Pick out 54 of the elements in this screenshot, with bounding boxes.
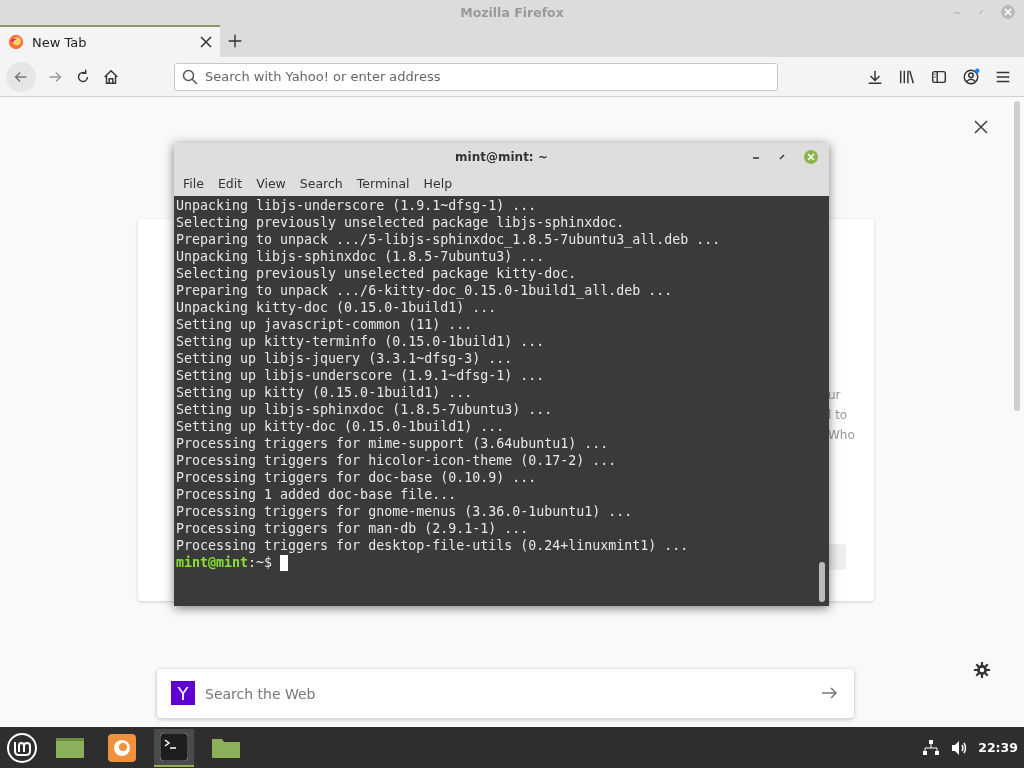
terminal-line: Unpacking libjs-sphinxdoc (1.8.5-7ubuntu3) ... xyxy=(176,248,546,265)
desktop-icon[interactable] xyxy=(55,735,85,760)
terminal-line: Setting up libjs-underscore (1.9.1~dfsg-1) ... xyxy=(176,367,546,384)
scrollbar[interactable] xyxy=(819,562,825,602)
home-icon[interactable] xyxy=(102,67,120,86)
terminal-line: Setting up kitty (0.15.0-1build1) ... xyxy=(176,384,474,401)
terminal-line: Selecting previously unselected package libjs-sphinxdoc. xyxy=(176,214,626,231)
browser-tab[interactable]: New Tab xyxy=(0,25,220,57)
terminal-line: Setting up kitty-terminfo (0.15.0-1build1) ... xyxy=(176,333,546,350)
prompt-path: :~$ xyxy=(248,554,273,571)
menu-item[interactable]: Terminal xyxy=(350,173,416,193)
terminal-line: Unpacking kitty-doc (0.15.0-1build1) ... xyxy=(176,299,498,316)
terminal-line: Processing triggers for mime-support (3.64ubuntu1) ... xyxy=(176,435,610,452)
scrollbar[interactable] xyxy=(1014,101,1020,411)
terminal-line: Processing triggers for gnome-menus (3.36.0-1ubuntu1) ... xyxy=(176,503,634,520)
menu-item[interactable]: File xyxy=(177,173,210,193)
plus-icon[interactable] xyxy=(226,32,244,50)
terminal-line: Processing triggers for man-db (2.9.1-1) ... xyxy=(176,520,530,537)
menu-item[interactable]: View xyxy=(250,173,292,193)
terminal-line: Setting up javascript-common (11) ... xyxy=(176,316,474,333)
partial-text: l to xyxy=(828,407,848,424)
maximize-icon[interactable] xyxy=(777,152,787,162)
clock: 22:39 xyxy=(978,740,1018,755)
terminal-line: Processing triggers for hicolor-icon-theme (0.17-2) ... xyxy=(176,452,618,469)
terminal-line: Processing 1 added doc-base file... xyxy=(176,486,458,503)
terminal-line: Unpacking libjs-underscore (1.9.1~dfsg-1) ... xyxy=(176,197,538,214)
menu-item[interactable]: Search xyxy=(293,173,349,193)
settings-icon[interactable] xyxy=(973,661,991,679)
start-menu-icon[interactable] xyxy=(6,731,38,764)
back-button[interactable] xyxy=(6,61,36,92)
address-field[interactable]: Search with Yahoo! or enter address xyxy=(174,62,778,91)
terminal-line: Setting up kitty-doc (0.15.0-1build1) ... xyxy=(176,418,506,435)
terminal-line: Processing triggers for doc-base (0.10.9) ... xyxy=(176,469,538,486)
terminal-icon[interactable] xyxy=(160,732,188,761)
terminal-line: Selecting previously unselected package kitty-doc. xyxy=(176,265,578,282)
terminal-line: Preparing to unpack .../5-libjs-sphinxdoc_1.8.5-7ubuntu3_all.deb ... xyxy=(176,231,722,248)
network-icon[interactable] xyxy=(922,738,941,757)
window-title: Mozilla Firefox xyxy=(460,5,564,20)
close-icon[interactable] xyxy=(200,36,212,48)
text-cursor xyxy=(280,554,289,571)
partial-text: Who xyxy=(828,427,855,444)
terminal-line: Preparing to unpack .../6-kitty-doc_0.15.0-1build1_all.deb ... xyxy=(176,282,674,299)
taskbar-button[interactable] xyxy=(154,728,194,767)
close-icon[interactable] xyxy=(974,120,988,134)
menu-item[interactable]: Help xyxy=(417,173,459,193)
partial-text: ur xyxy=(828,387,841,404)
search-engine-logo: Y xyxy=(171,681,195,705)
terminal-title: mint@mint: ~ xyxy=(455,149,548,164)
terminal-line: Processing triggers for desktop-file-utils (0.24+linuxmint1) ... xyxy=(176,537,690,554)
account-icon[interactable] xyxy=(962,67,980,86)
menu-item[interactable]: Edit xyxy=(211,173,249,193)
terminal-line: Setting up libjs-sphinxdoc (1.8.5-7ubuntu3) ... xyxy=(176,401,554,418)
terminal-line: Setting up libjs-jquery (3.3.1~dfsg-3) ... xyxy=(176,350,514,367)
prompt-user: mint@mint xyxy=(176,554,249,571)
